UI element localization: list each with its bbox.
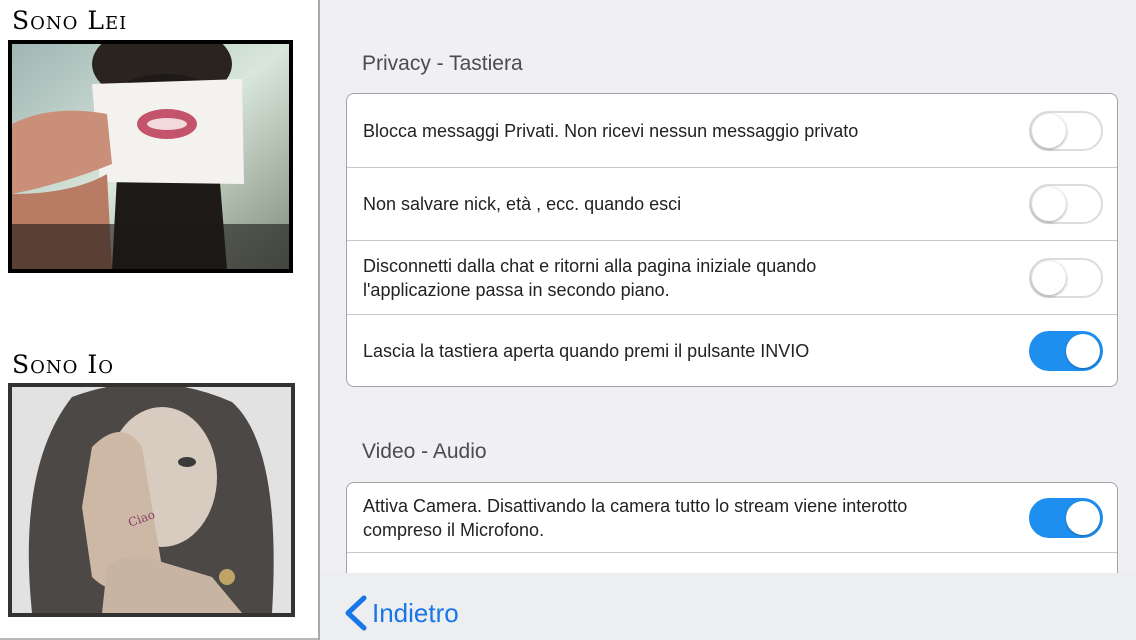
toggle-knob (1066, 500, 1100, 535)
block-private-toggle[interactable] (1029, 110, 1103, 151)
camera-toggle[interactable] (1029, 497, 1103, 538)
setting-label: Lascia la tastiera aperta quando premi i… (363, 340, 810, 361)
setting-row-dont-save-nick: Non salvare nick, età , ecc. quando esci (347, 168, 1117, 241)
section-header-privacy: Privacy - Tastiera (362, 52, 523, 75)
settings-group-privacy: Blocca messaggi Privati. Non ricevi ness… (346, 93, 1118, 387)
setting-label: Disconnetti dalla chat e ritorni alla pa… (363, 255, 817, 300)
her-cam-title: Sono Lei (12, 6, 128, 35)
setting-row-disconnect-background: Disconnetti dalla chat e ritorni alla pa… (347, 241, 1117, 315)
her-cam-image (12, 44, 289, 269)
chevron-left-icon (345, 595, 367, 631)
section-header-video-audio: Video - Audio (362, 440, 487, 463)
toggle-knob (1032, 260, 1066, 295)
webcam-panel: Sono Lei Sono Io Ciao (0, 0, 318, 640)
setting-row-block-private: Blocca messaggi Privati. Non ricevi ness… (347, 94, 1117, 168)
setting-row-keep-keyboard: Lascia la tastiera aperta quando premi i… (347, 315, 1117, 386)
setting-label: Attiva Camera. Disattivando la camera tu… (363, 495, 908, 540)
back-button[interactable]: Indietro (340, 593, 459, 633)
setting-row-camera: Attiva Camera. Disattivando la camera tu… (347, 483, 1117, 553)
settings-panel: Privacy - Tastiera Blocca messaggi Priva… (318, 0, 1136, 640)
toggle-knob (1032, 187, 1066, 221)
my-cam-image: Ciao (12, 387, 291, 613)
keep-keyboard-toggle[interactable] (1029, 330, 1103, 371)
my-cam-title: Sono Io (12, 350, 114, 379)
disconnect-background-toggle[interactable] (1029, 257, 1103, 298)
toggle-knob (1032, 113, 1066, 148)
toggle-knob (1066, 333, 1100, 368)
dont-save-nick-toggle[interactable] (1029, 184, 1103, 224)
my-cam-video: Ciao (8, 383, 295, 617)
setting-label: Blocca messaggi Privati. Non ricevi ness… (363, 120, 859, 141)
bottom-toolbar: Indietro (320, 573, 1136, 640)
back-label: Indietro (372, 597, 459, 628)
her-cam-video (8, 40, 293, 273)
setting-label: Non salvare nick, età , ecc. quando esci (363, 194, 682, 214)
